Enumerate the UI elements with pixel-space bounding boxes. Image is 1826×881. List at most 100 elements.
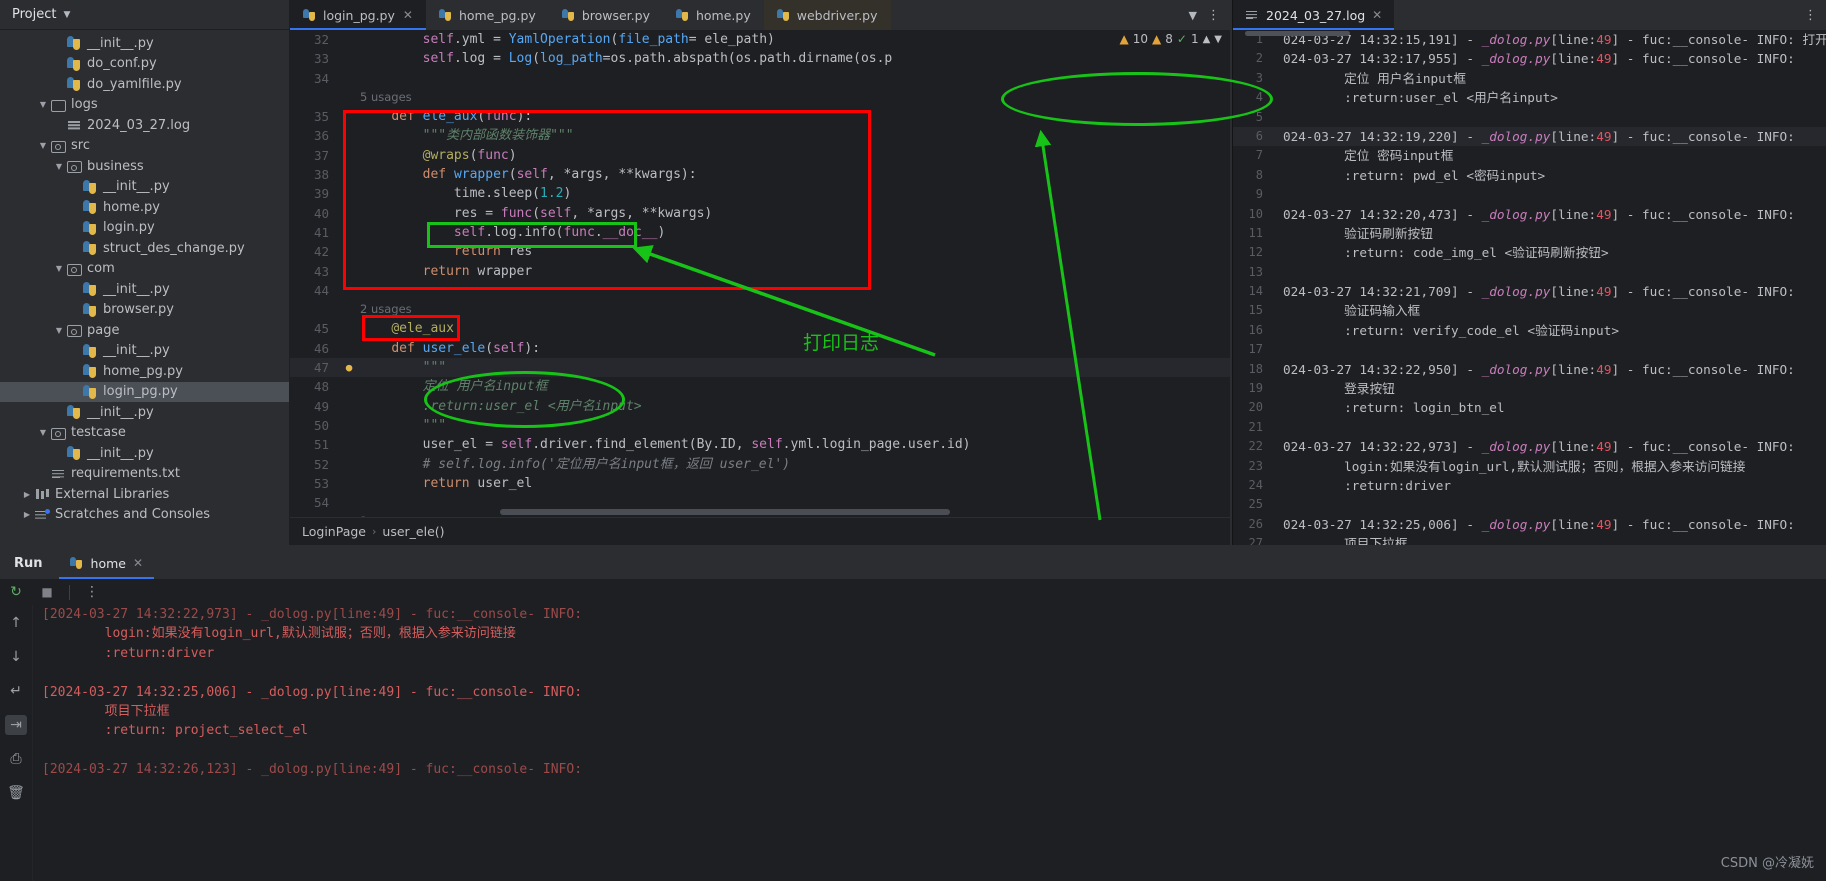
- chevron-down-icon[interactable]: ▼: [1189, 9, 1197, 22]
- log-line-text: 024-03-27 14:32:19,220] - _dolog.py[line…: [1283, 128, 1795, 144]
- project-panel-title: Project: [12, 7, 57, 22]
- stop-icon[interactable]: ■: [38, 583, 56, 601]
- editor-tab-home-py[interactable]: home.py: [663, 0, 764, 30]
- tree-item--init-py[interactable]: __init__.py: [0, 177, 289, 198]
- tree-item-2024-03-27-log[interactable]: 2024_03_27.log: [0, 115, 289, 136]
- code-text: def user_ele(self):: [391, 340, 541, 356]
- tree-item-label: do_yamlfile.py: [87, 76, 182, 92]
- tree-item-com[interactable]: ▼ com: [0, 259, 289, 280]
- tree-item-home-py[interactable]: home.py: [0, 197, 289, 218]
- chevron-down-icon[interactable]: ▼: [52, 326, 66, 335]
- breadcrumb-method[interactable]: user_ele(): [382, 524, 444, 539]
- log-horizontal-scrollbar[interactable]: [1245, 31, 1350, 36]
- tree-item--init-py[interactable]: __init__.py: [0, 279, 289, 300]
- tree-item-logs[interactable]: ▼ logs: [0, 95, 289, 116]
- editor-tabbar[interactable]: login_pg.py ✕ home_pg.py browser.py home.py w…: [290, 0, 1230, 30]
- line-number: 36: [313, 128, 329, 144]
- source-folder-icon: [66, 261, 82, 277]
- line-number: 35: [313, 109, 329, 125]
- editor-tab-home-pg-py[interactable]: home_pg.py: [426, 0, 549, 30]
- scroll-to-end-icon[interactable]: ⇥: [5, 715, 27, 735]
- more-vertical-icon[interactable]: ⋮: [1804, 8, 1826, 23]
- chevron-down-icon[interactable]: ▼: [36, 428, 50, 437]
- tree-item-label: business: [87, 158, 144, 174]
- console-line: [2024-03-27 14:32:25,006] - _dolog.py[li…: [42, 684, 583, 700]
- line-number: 53: [313, 475, 329, 491]
- tab-log-file[interactable]: 2024_03_27.log ✕: [1233, 0, 1395, 30]
- more-vertical-icon[interactable]: ⋮: [83, 583, 101, 601]
- chevron-down-icon[interactable]: ▼: [52, 264, 66, 273]
- log-tabbar[interactable]: 2024_03_27.log ✕ ⋮: [1233, 0, 1826, 30]
- tree-item-src[interactable]: ▼ src: [0, 136, 289, 157]
- log-line-number: 10: [1248, 206, 1263, 221]
- editor-tab-webdriver-py[interactable]: webdriver.py: [763, 0, 891, 30]
- tree-item-do-yamlfile-py[interactable]: do_yamlfile.py: [0, 74, 289, 95]
- chevron-down-icon[interactable]: ▼: [1214, 34, 1222, 45]
- python-file-icon: [776, 8, 791, 22]
- log-line-number: 3: [1255, 70, 1263, 85]
- editor-tab-browser-py[interactable]: browser.py: [549, 0, 663, 30]
- chevron-up-icon[interactable]: ▲: [1203, 34, 1211, 45]
- log-content[interactable]: 1 024-03-27 14:32:15,191] - _dolog.py[lin…: [1233, 30, 1826, 545]
- tree-item--init-py[interactable]: __init__.py: [0, 341, 289, 362]
- tree-item-label: __init__.py: [87, 404, 154, 420]
- editor-tab-login-pg-py[interactable]: login_pg.py ✕: [290, 0, 426, 30]
- code-text: return user_el: [422, 475, 533, 491]
- tree-item-business[interactable]: ▼ business: [0, 156, 289, 177]
- editor-panel: login_pg.py ✕ home_pg.py browser.py home.py w…: [290, 0, 1230, 545]
- tree-item-testcase[interactable]: ▼ testcase: [0, 423, 289, 444]
- code-area[interactable]: 32 self.yml = YamlOperation(file_path= e…: [290, 30, 1230, 517]
- clear-all-icon[interactable]: 🗑: [5, 783, 27, 803]
- tree-item--init-py[interactable]: __init__.py: [0, 443, 289, 464]
- breadcrumb-class[interactable]: LoginPage: [302, 524, 366, 539]
- close-icon[interactable]: ✕: [403, 8, 413, 22]
- tree-item-browser-py[interactable]: browser.py: [0, 300, 289, 321]
- chevron-down-icon[interactable]: ▼: [63, 10, 70, 20]
- log-line-text: 登录按钮: [1283, 381, 1395, 397]
- print-icon[interactable]: ⎙: [5, 749, 27, 769]
- line-number: 41: [313, 224, 329, 240]
- intention-bulb-icon[interactable]: ●: [338, 358, 360, 377]
- soft-wrap-icon[interactable]: ↵: [5, 681, 27, 701]
- editor-horizontal-scrollbar[interactable]: [500, 509, 950, 515]
- log-line: 21: [1233, 418, 1826, 437]
- tree-item-home-pg-py[interactable]: home_pg.py: [0, 361, 289, 382]
- rerun-icon[interactable]: ↻: [7, 583, 25, 601]
- close-icon[interactable]: ✕: [1372, 8, 1382, 22]
- chevron-down-icon[interactable]: ▼: [52, 162, 66, 171]
- tree-item-label: __init__.py: [103, 343, 170, 359]
- tree-item-page[interactable]: ▼ page: [0, 320, 289, 341]
- tree-item-struct-des-change-py[interactable]: struct_des_change.py: [0, 238, 289, 259]
- tree-item-login-pg-py[interactable]: login_pg.py: [0, 381, 289, 402]
- log-line-text: 024-03-27 14:32:20,473] - _dolog.py[line…: [1283, 206, 1795, 222]
- chevron-down-icon[interactable]: ▼: [36, 141, 50, 150]
- tab-run-home[interactable]: home ✕: [58, 547, 155, 579]
- tree-item--init-py[interactable]: __init__.py: [0, 402, 289, 423]
- close-icon[interactable]: ✕: [133, 556, 143, 570]
- run-side-toolbar[interactable]: ↑ ↓ ↵ ⇥ ⎙ 🗑: [0, 605, 33, 881]
- run-console-output[interactable]: [2024-03-27 14:32:22,973] - _dolog.py[li…: [34, 605, 1826, 881]
- scroll-up-icon[interactable]: ↑: [5, 613, 27, 633]
- chevron-right-icon[interactable]: ▶: [20, 490, 34, 499]
- tree-item-scratches-and-consoles[interactable]: ▶ Scratches and Consoles: [0, 505, 289, 526]
- chevron-down-icon[interactable]: ▼: [36, 100, 50, 109]
- python-file-icon: [66, 35, 82, 51]
- project-panel-header[interactable]: Project ▼: [0, 0, 289, 30]
- code-line: 2 usages: [290, 300, 1230, 319]
- warning-icon: ▲: [1119, 32, 1129, 46]
- tree-item-external-libraries[interactable]: ▶ External Libraries: [0, 484, 289, 505]
- code-line: 32 self.yml = YamlOperation(file_path= e…: [290, 30, 1230, 49]
- project-tree[interactable]: __init__.py do_conf.py do_yamlfile.py ▼ logs…: [0, 30, 289, 545]
- scroll-down-icon[interactable]: ↓: [5, 647, 27, 667]
- log-line-number: 8: [1255, 167, 1263, 182]
- tree-item--init-py[interactable]: __init__.py: [0, 33, 289, 54]
- code-line: 46 def user_ele(self):: [290, 339, 1230, 358]
- inspection-widget[interactable]: ▲ 10 ▲ 8 ✓ 1 ▲ ▼: [1120, 32, 1231, 46]
- tree-item-do-conf-py[interactable]: do_conf.py: [0, 54, 289, 75]
- chevron-right-icon[interactable]: ▶: [20, 510, 34, 519]
- more-vertical-icon[interactable]: ⋮: [1207, 8, 1220, 23]
- tree-item-requirements-txt[interactable]: requirements.txt: [0, 464, 289, 485]
- usages-hint: 5 usages: [360, 89, 412, 104]
- python-file-icon: [82, 199, 98, 215]
- tree-item-login-py[interactable]: login.py: [0, 218, 289, 239]
